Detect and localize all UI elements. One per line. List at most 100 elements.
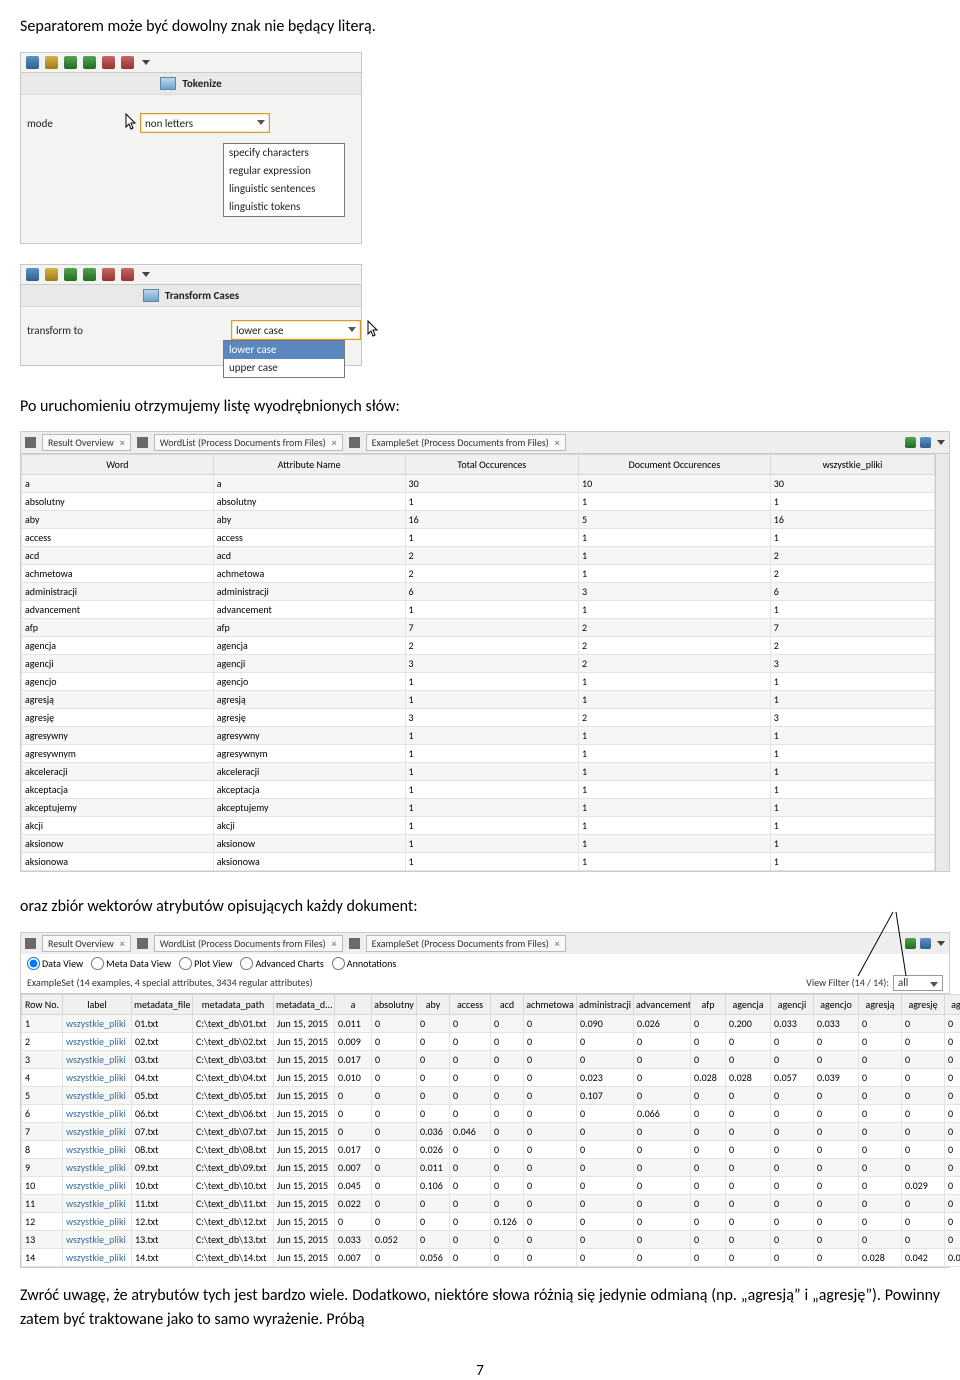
table-row[interactable]: 4wszystkie_pliki04.txtC:\text_db\04.txtJ… xyxy=(22,1068,960,1086)
toolbar-dropdown-icon[interactable] xyxy=(142,272,150,277)
mode-option[interactable]: regular expression xyxy=(224,162,344,180)
save-icon[interactable] xyxy=(920,938,931,949)
exampleset-header[interactable]: administracji xyxy=(577,994,634,1014)
exampleset-header[interactable]: a xyxy=(335,994,372,1014)
table-row[interactable]: 13wszystkie_pliki13.txtC:\text_db\13.txt… xyxy=(22,1230,960,1248)
table-row[interactable]: 7wszystkie_pliki07.txtC:\text_db\07.txtJ… xyxy=(22,1122,960,1140)
transform-to-option[interactable]: lower case xyxy=(224,341,344,359)
exampleset-header[interactable]: acd xyxy=(491,994,524,1014)
exampleset-header[interactable]: aby xyxy=(417,994,450,1014)
mode-option[interactable]: linguistic sentences xyxy=(224,180,344,198)
table-row[interactable]: advancementadvancement111 xyxy=(22,601,935,619)
exampleset-header[interactable]: afp xyxy=(691,994,726,1014)
close-icon[interactable]: × xyxy=(120,937,125,950)
exampleset-header[interactable]: access xyxy=(450,994,491,1014)
transform-to-combobox[interactable]: lower case xyxy=(231,320,361,340)
view-option-radio[interactable] xyxy=(332,957,345,970)
view-option[interactable]: Meta Data View xyxy=(91,957,171,970)
tab-exampleset[interactable]: ExampleSet (Process Documents from Files… xyxy=(366,935,566,952)
table-row[interactable]: 5wszystkie_pliki05.txtC:\text_db\05.txtJ… xyxy=(22,1086,960,1104)
transform-to-option[interactable]: upper case xyxy=(224,359,344,377)
mode-option[interactable]: linguistic tokens xyxy=(224,198,344,216)
toolbar-icon[interactable] xyxy=(83,56,96,69)
table-row[interactable]: 1wszystkie_pliki01.txtC:\text_db\01.txtJ… xyxy=(22,1014,960,1032)
table-row[interactable]: 6wszystkie_pliki06.txtC:\text_db\06.txtJ… xyxy=(22,1104,960,1122)
exampleset-header[interactable]: agencjo xyxy=(814,994,859,1014)
exampleset-header[interactable]: label xyxy=(63,994,132,1014)
export-icon[interactable] xyxy=(905,437,916,448)
view-option-radio[interactable] xyxy=(91,957,104,970)
exampleset-header[interactable]: agres xyxy=(945,994,960,1014)
table-row[interactable]: acdacd212 xyxy=(22,547,935,565)
view-option-radio[interactable] xyxy=(27,957,40,970)
transform-to-option-list[interactable]: lower case upper case xyxy=(223,340,345,378)
tab-wordlist[interactable]: WordList (Process Documents from Files)× xyxy=(154,434,343,451)
export-icon[interactable] xyxy=(905,938,916,949)
table-row[interactable]: 10wszystkie_pliki10.txtC:\text_db\10.txt… xyxy=(22,1176,960,1194)
table-row[interactable]: achmetowaachmetowa212 xyxy=(22,565,935,583)
exampleset-header[interactable]: agencji xyxy=(771,994,814,1014)
tab-wordlist[interactable]: WordList (Process Documents from Files)× xyxy=(154,935,343,952)
table-row[interactable]: absolutnyabsolutny111 xyxy=(22,493,935,511)
view-option[interactable]: Plot View xyxy=(179,957,232,970)
toolbar-icon[interactable] xyxy=(83,268,96,281)
vertical-scrollbar[interactable] xyxy=(935,454,949,871)
view-option[interactable]: Annotations xyxy=(332,957,397,970)
table-row[interactable]: 3wszystkie_pliki03.txtC:\text_db\03.txtJ… xyxy=(22,1050,960,1068)
toolbar-icon[interactable] xyxy=(45,268,58,281)
toolbar-icon[interactable] xyxy=(121,56,134,69)
close-icon[interactable]: × xyxy=(332,436,337,449)
table-row[interactable]: aksionowaksionow111 xyxy=(22,835,935,853)
wordlist-header[interactable]: Total Occurences xyxy=(405,455,579,475)
view-filter-combobox[interactable]: all xyxy=(893,975,943,991)
table-row[interactable]: 11wszystkie_pliki11.txtC:\text_db\11.txt… xyxy=(22,1194,960,1212)
exampleset-header[interactable]: advancement xyxy=(634,994,691,1014)
close-icon[interactable]: × xyxy=(555,436,560,449)
tab-exampleset[interactable]: ExampleSet (Process Documents from Files… xyxy=(366,434,566,451)
view-option-radio[interactable] xyxy=(240,957,253,970)
table-row[interactable]: akceleracjiakceleracji111 xyxy=(22,763,935,781)
table-row[interactable]: afpafp727 xyxy=(22,619,935,637)
toolbar-icon[interactable] xyxy=(26,268,39,281)
toolbar-icon[interactable] xyxy=(45,56,58,69)
close-icon[interactable]: × xyxy=(555,937,560,950)
table-row[interactable]: agresywnymagresywnym111 xyxy=(22,745,935,763)
view-option[interactable]: Advanced Charts xyxy=(240,957,323,970)
toolbar-dropdown-icon[interactable] xyxy=(937,440,945,445)
wordlist-header[interactable]: wszystkie_pliki xyxy=(770,455,934,475)
table-row[interactable]: aksionowaaksionowa111 xyxy=(22,853,935,871)
exampleset-header[interactable]: agencja xyxy=(726,994,771,1014)
exampleset-header[interactable]: absolutny xyxy=(372,994,417,1014)
exampleset-header[interactable]: metadata_file xyxy=(132,994,193,1014)
exampleset-header[interactable]: agresję xyxy=(902,994,945,1014)
save-icon[interactable] xyxy=(920,437,931,448)
table-row[interactable]: akcjiakcji111 xyxy=(22,817,935,835)
table-row[interactable]: agresywnyagresywny111 xyxy=(22,727,935,745)
exampleset-header[interactable]: Row No. xyxy=(22,994,63,1014)
toolbar-icon[interactable] xyxy=(64,268,77,281)
table-row[interactable]: 8wszystkie_pliki08.txtC:\text_db\08.txtJ… xyxy=(22,1140,960,1158)
table-row[interactable]: 12wszystkie_pliki12.txtC:\text_db\12.txt… xyxy=(22,1212,960,1230)
table-row[interactable]: 14wszystkie_pliki14.txtC:\text_db\14.txt… xyxy=(22,1248,960,1266)
table-row[interactable]: agencjoagencjo111 xyxy=(22,673,935,691)
exampleset-header[interactable]: agresją xyxy=(859,994,902,1014)
table-row[interactable]: akceptacjaakceptacja111 xyxy=(22,781,935,799)
exampleset-header[interactable]: achmetowa xyxy=(524,994,577,1014)
wordlist-header[interactable]: Document Occurences xyxy=(579,455,771,475)
table-row[interactable]: aa301030 xyxy=(22,475,935,493)
close-icon[interactable]: × xyxy=(332,937,337,950)
view-option[interactable]: Data View xyxy=(27,957,83,970)
table-row[interactable]: agresjąagresją111 xyxy=(22,691,935,709)
table-row[interactable]: agresjęagresję323 xyxy=(22,709,935,727)
wordlist-header[interactable]: Attribute Name xyxy=(213,455,405,475)
toolbar-dropdown-icon[interactable] xyxy=(937,941,945,946)
mode-combobox[interactable]: non letters xyxy=(140,113,270,133)
table-row[interactable]: administracjiadministracji636 xyxy=(22,583,935,601)
table-row[interactable]: accessaccess111 xyxy=(22,529,935,547)
toolbar-icon[interactable] xyxy=(102,268,115,281)
toolbar-icon[interactable] xyxy=(26,56,39,69)
wordlist-header[interactable]: Word xyxy=(22,455,214,475)
tab-result-overview[interactable]: Result Overview× xyxy=(42,935,131,952)
table-row[interactable]: 2wszystkie_pliki02.txtC:\text_db\02.txtJ… xyxy=(22,1032,960,1050)
view-option-radio[interactable] xyxy=(179,957,192,970)
